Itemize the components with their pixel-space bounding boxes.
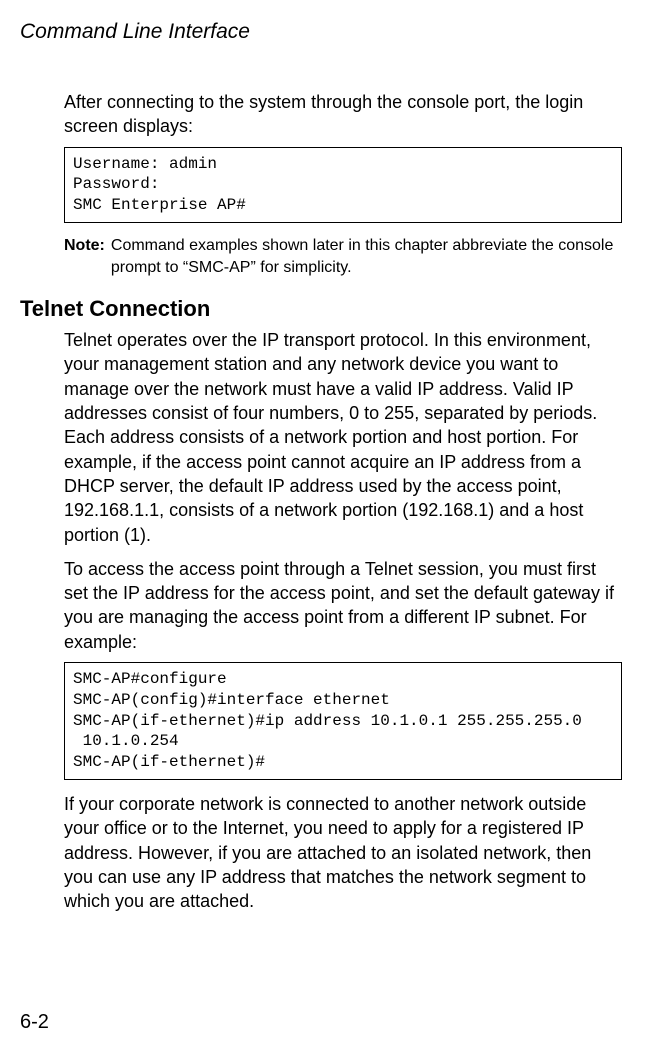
page-header-title: Command Line Interface (20, 20, 622, 44)
note-block: Note: Command examples shown later in th… (64, 235, 622, 278)
code-box-login: Username: admin Password: SMC Enterprise… (64, 147, 622, 223)
telnet-paragraph-3: If your corporate network is connected t… (64, 792, 622, 913)
note-text: Command examples shown later in this cha… (111, 235, 622, 278)
section-heading-telnet: Telnet Connection (20, 296, 622, 322)
intro-paragraph: After connecting to the system through t… (64, 90, 622, 139)
note-label: Note: (64, 235, 105, 278)
telnet-paragraph-1: Telnet operates over the IP transport pr… (64, 328, 622, 547)
code-box-configure: SMC-AP#configure SMC-AP(config)#interfac… (64, 662, 622, 780)
page-number: 6-2 (20, 1011, 49, 1034)
telnet-paragraph-2: To access the access point through a Tel… (64, 557, 622, 654)
